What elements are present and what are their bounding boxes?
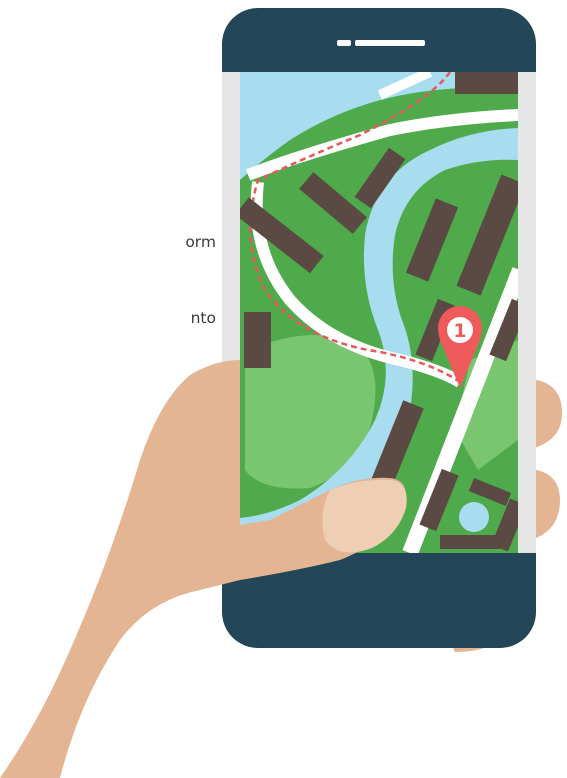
hand-holding-phone-illustration: 1 (0, 8, 563, 778)
pond (459, 502, 489, 532)
phone-speaker (337, 40, 425, 46)
map-pin-number: 1 (453, 320, 466, 342)
